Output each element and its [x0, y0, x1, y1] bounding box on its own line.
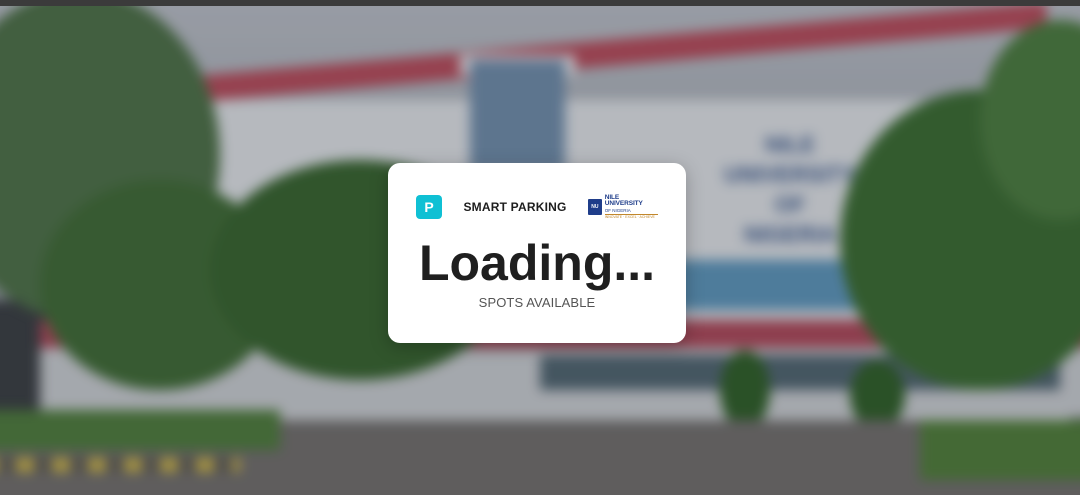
logo-line: NILE UNIVERSITY — [604, 193, 643, 207]
browser-top-strip — [0, 0, 1080, 6]
nile-university-logo: NU NILE UNIVERSITY OF NIGERIA INNOVATE ·… — [587, 193, 658, 220]
university-emblem-icon: NU — [587, 199, 602, 215]
logo-line: OF NIGERIA — [604, 207, 631, 213]
logo-tagline: INNOVATE · EXCEL · ACHIEVE — [604, 214, 658, 220]
page: NILE UNIVERSITY OF NIGERIA P SMART PARKI… — [0, 0, 1080, 495]
logo-text: NILE UNIVERSITY OF NIGERIA INNOVATE · EX… — [604, 193, 658, 220]
card-header: P SMART PARKING NU NILE UNIVERSITY OF NI… — [416, 193, 658, 220]
app-title: SMART PARKING — [463, 200, 567, 214]
spots-available-label: SPOTS AVAILABLE — [478, 295, 596, 310]
parking-status-card: P SMART PARKING NU NILE UNIVERSITY OF NI… — [388, 163, 686, 343]
parking-icon: P — [416, 195, 442, 219]
available-spots-count: Loading... — [418, 235, 656, 291]
